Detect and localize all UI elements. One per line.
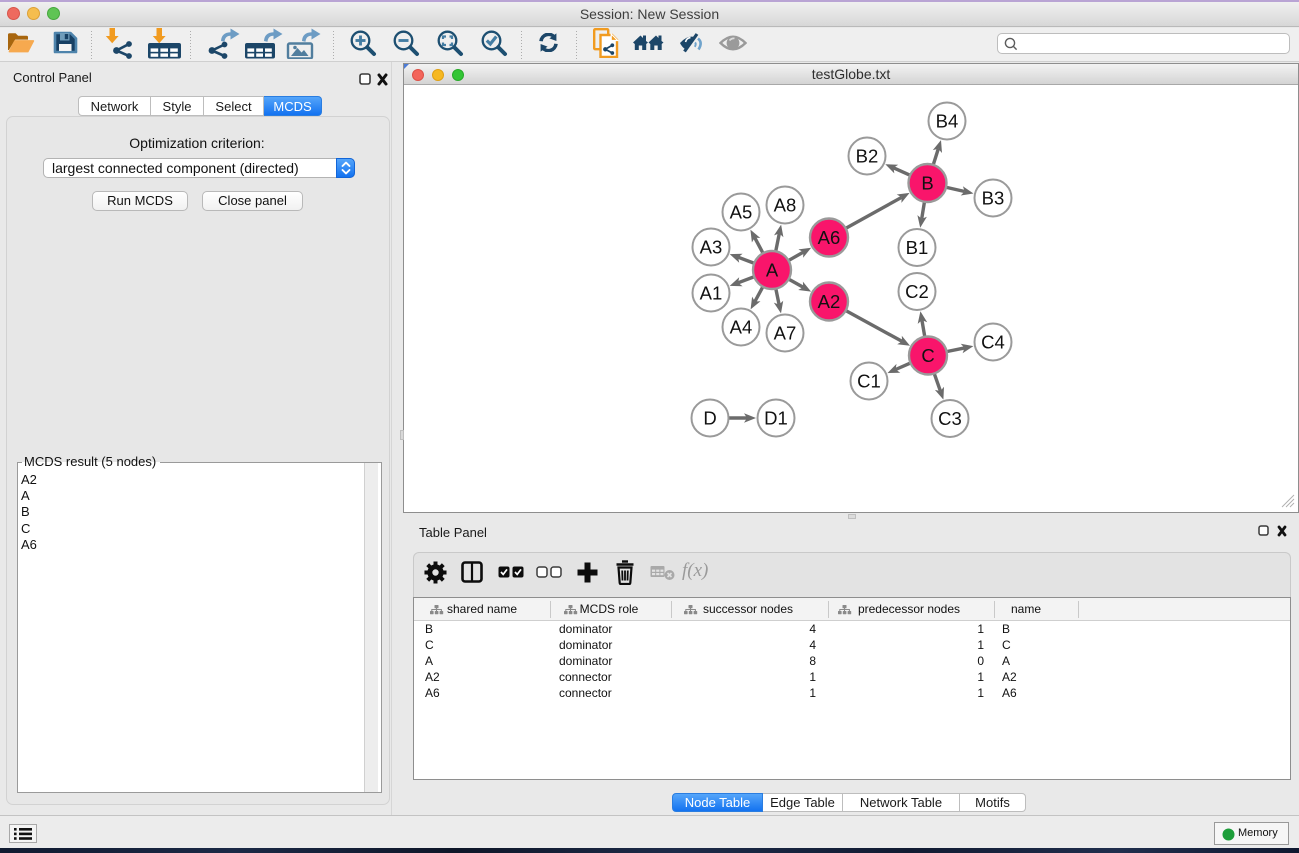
svg-text:D1: D1 (764, 408, 788, 429)
svg-text:B3: B3 (982, 188, 1005, 209)
svg-text:C: C (921, 345, 934, 366)
svg-text:A4: A4 (730, 317, 753, 338)
svg-text:B2: B2 (856, 146, 879, 167)
svg-text:B: B (921, 173, 933, 194)
svg-text:B4: B4 (936, 111, 959, 132)
svg-text:B1: B1 (906, 237, 929, 258)
svg-text:C2: C2 (905, 281, 929, 302)
svg-text:A6: A6 (818, 227, 841, 248)
svg-text:A7: A7 (774, 323, 797, 344)
svg-text:A5: A5 (730, 202, 753, 223)
svg-text:A2: A2 (818, 291, 841, 312)
svg-text:A: A (766, 260, 779, 281)
svg-text:C3: C3 (938, 408, 962, 429)
svg-text:C4: C4 (981, 332, 1005, 353)
svg-text:A1: A1 (700, 283, 723, 304)
svg-text:D: D (703, 408, 716, 429)
svg-text:A3: A3 (700, 237, 723, 258)
svg-text:A8: A8 (774, 195, 797, 216)
svg-text:C1: C1 (857, 371, 881, 392)
